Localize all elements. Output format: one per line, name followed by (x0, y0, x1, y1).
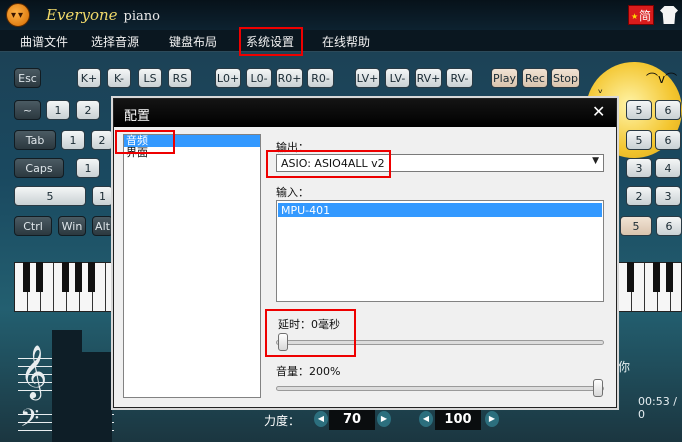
black-key[interactable] (666, 262, 673, 292)
dialog-title-bar: 配置 (114, 99, 616, 127)
black-key[interactable] (653, 262, 660, 292)
key-right-3[interactable]: 3 (626, 158, 652, 178)
key-stop[interactable]: Stop (551, 68, 580, 88)
input-list-item[interactable]: MPU-401 (278, 203, 602, 217)
key-rec[interactable]: Rec (522, 68, 548, 88)
key-right-5-row2[interactable]: 5 (626, 130, 652, 150)
highlight-latency (265, 309, 356, 357)
dropdown-arrow-icon: ▼ (592, 156, 599, 166)
key-right-5-row5[interactable]: 5 (620, 216, 652, 236)
lyric-char: 你 (618, 360, 631, 374)
pumpkin-logo-icon: ▾▾ (6, 3, 30, 27)
key-esc[interactable]: Esc (14, 68, 41, 88)
app-title-main: Everyone (46, 6, 118, 24)
app-title-sub: piano (123, 9, 160, 24)
key-ls[interactable]: LS (138, 68, 162, 88)
language-flag-button[interactable]: ★ 简 (628, 5, 654, 25)
key-right-6[interactable]: 6 (655, 100, 681, 120)
key-right-4[interactable]: 4 (655, 158, 681, 178)
strength-increase-icon[interactable]: ▶ (377, 411, 391, 427)
haunted-house-decoration (78, 352, 112, 442)
strength-value[interactable]: 70 (329, 410, 375, 430)
input-list[interactable]: MPU-401 (276, 200, 604, 302)
black-key[interactable] (36, 262, 43, 292)
config-dialog: 配置 ✕ 音频 界面 输出： ASIO: ASIO4ALL v2 ▼ 输入： M… (113, 98, 617, 408)
key-right-5[interactable]: 5 (626, 100, 652, 120)
key-alt[interactable]: Alt (92, 216, 113, 236)
language-label: 简 (638, 9, 651, 23)
key-5-row4[interactable]: 5 (14, 186, 86, 206)
menu-bar: 曲谱文件 选择音源 键盘布局 系统设置 在线帮助 (0, 30, 682, 52)
volume-slider-track[interactable] (276, 386, 604, 391)
key-2[interactable]: 2 (76, 100, 100, 120)
key-ctrl[interactable]: Ctrl (14, 216, 52, 236)
menu-score-file[interactable]: 曲谱文件 (20, 33, 68, 50)
menu-highlight-box (239, 27, 303, 56)
key-lv-plus[interactable]: LV+ (355, 68, 380, 88)
key-rs[interactable]: RS (168, 68, 192, 88)
key-2-row2[interactable]: 2 (91, 130, 113, 150)
key-1[interactable]: 1 (46, 100, 70, 120)
key-win[interactable]: Win (58, 216, 86, 236)
value-increase-icon[interactable]: ▶ (485, 411, 499, 427)
black-key[interactable] (627, 262, 634, 292)
key-lv-minus[interactable]: LV- (385, 68, 410, 88)
bat-icon: ⌒v⌒ (646, 72, 678, 86)
key-1-row4[interactable]: 1 (92, 186, 113, 206)
bass-clef-icon: 𝄢 (20, 404, 40, 439)
category-list: 音频 界面 (123, 134, 261, 398)
close-icon[interactable]: ✕ (592, 102, 605, 121)
input-label: 输入： (276, 186, 309, 199)
key-tilde[interactable]: ~ (14, 100, 41, 120)
key-tab[interactable]: Tab (14, 130, 56, 150)
playback-time: 00:53 / 0 (638, 395, 677, 421)
title-bar: ▾▾ Everyone piano ★ 简 (0, 0, 682, 30)
black-key[interactable] (88, 262, 95, 292)
key-1-row3[interactable]: 1 (76, 158, 100, 178)
key-right-2[interactable]: 2 (626, 186, 652, 206)
key-k-plus[interactable]: K+ (77, 68, 101, 88)
key-caps[interactable]: Caps (14, 158, 64, 178)
key-play[interactable]: Play (491, 68, 518, 88)
key-l0-plus[interactable]: L0+ (215, 68, 241, 88)
key-rv-minus[interactable]: RV- (446, 68, 473, 88)
highlight-output-select (266, 150, 391, 178)
black-key[interactable] (75, 262, 82, 292)
volume-slider-thumb[interactable] (593, 379, 603, 397)
key-rv-plus[interactable]: RV+ (415, 68, 442, 88)
star-icon: ★ (631, 12, 639, 21)
key-right-6-row2[interactable]: 6 (655, 130, 681, 150)
highlight-audio-category (115, 130, 175, 154)
key-k-minus[interactable]: K- (107, 68, 131, 88)
key-r0-minus[interactable]: R0- (307, 68, 334, 88)
key-right-3-row4[interactable]: 3 (655, 186, 681, 206)
key-1-row2[interactable]: 1 (61, 130, 85, 150)
second-value[interactable]: 100 (435, 410, 481, 430)
strength-label: 力度： (264, 414, 301, 428)
black-key[interactable] (23, 262, 30, 292)
menu-keyboard-layout[interactable]: 键盘布局 (169, 33, 217, 50)
dialog-title: 配置 (124, 109, 151, 124)
strength-decrease-icon[interactable]: ◀ (314, 411, 328, 427)
black-key[interactable] (62, 262, 69, 292)
key-r0-plus[interactable]: R0+ (276, 68, 303, 88)
menu-select-sound[interactable]: 选择音源 (91, 33, 139, 50)
app-title: Everyone piano (46, 6, 160, 24)
menu-online-help[interactable]: 在线帮助 (322, 33, 370, 50)
skin-shirt-icon[interactable] (660, 6, 678, 24)
volume-label: 音量：200% (276, 365, 341, 378)
treble-clef-icon: 𝄞 (20, 344, 48, 398)
value-decrease-icon[interactable]: ◀ (419, 411, 433, 427)
key-right-6-row5[interactable]: 6 (656, 216, 682, 236)
key-l0-minus[interactable]: L0- (246, 68, 272, 88)
